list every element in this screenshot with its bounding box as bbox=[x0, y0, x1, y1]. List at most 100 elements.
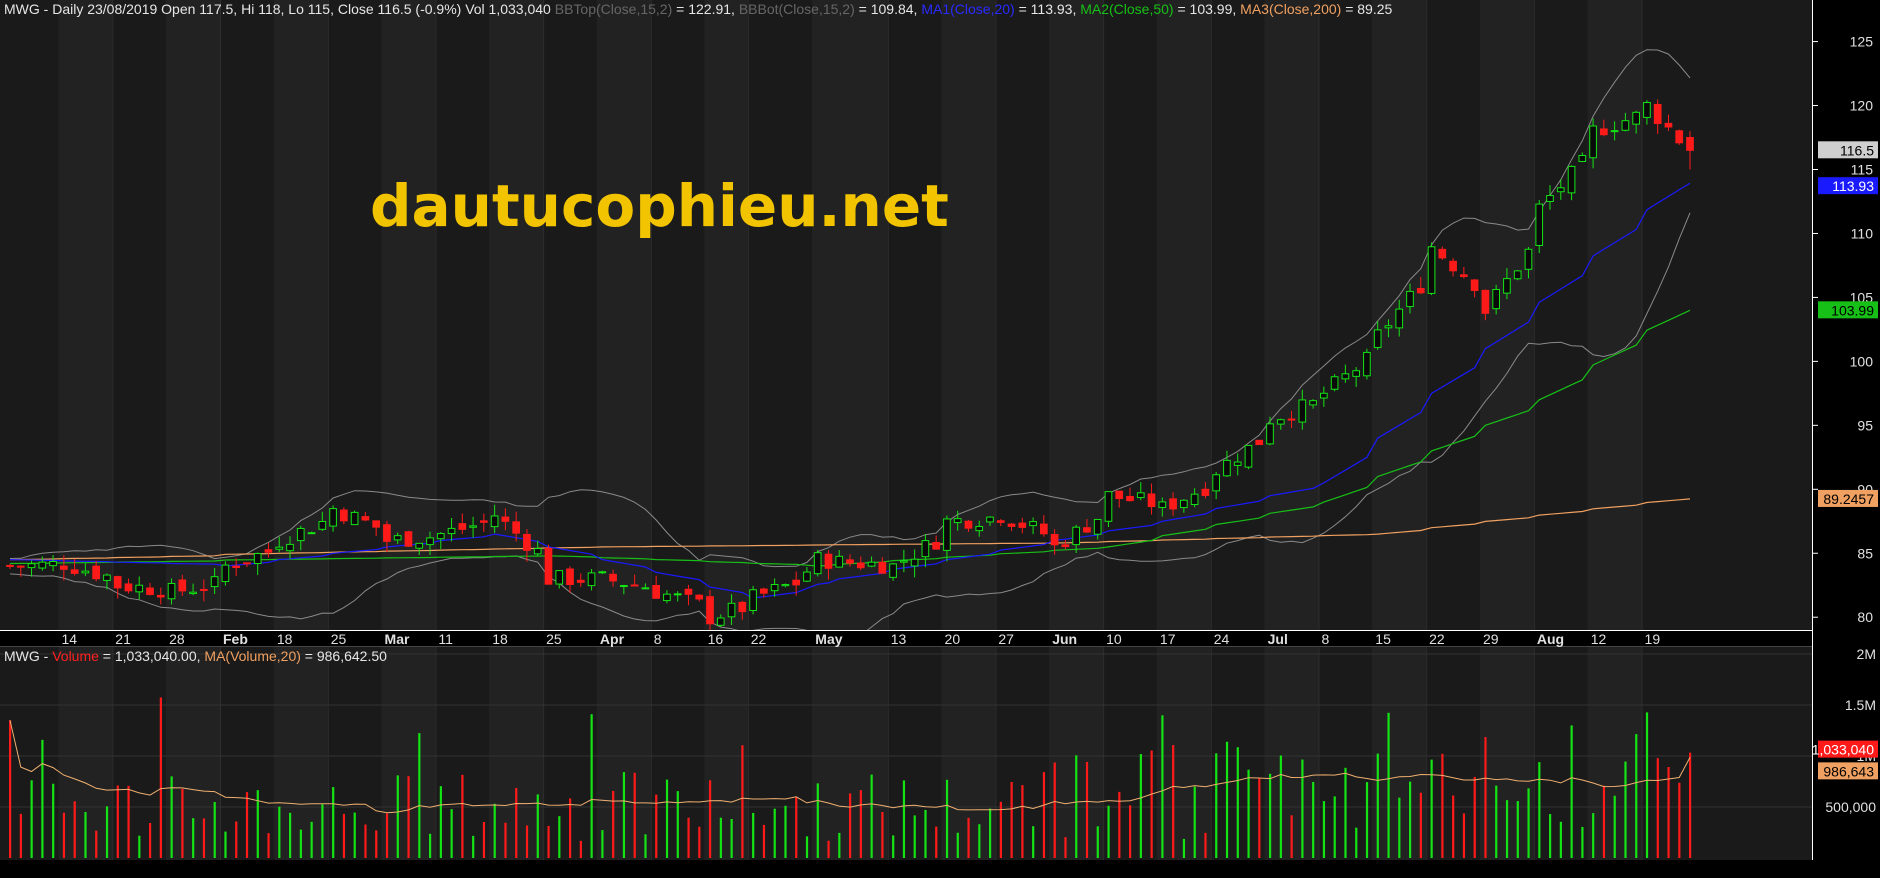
volume-bar-down bbox=[1667, 767, 1670, 858]
candle-down bbox=[1018, 522, 1027, 528]
candle-down bbox=[684, 588, 693, 595]
volume-bar-down bbox=[569, 798, 572, 858]
price-panel[interactable] bbox=[0, 0, 1812, 630]
volume-bar-up bbox=[1645, 712, 1649, 858]
candle-up bbox=[555, 570, 564, 585]
price-tick-label: 80 bbox=[1857, 609, 1873, 625]
volume-bar-up bbox=[30, 780, 33, 858]
candle-down bbox=[340, 509, 348, 522]
volume-bar-up bbox=[784, 805, 787, 858]
volume-bar-down bbox=[999, 801, 1002, 858]
price-gridline-v bbox=[650, 0, 652, 630]
volume-bar-down bbox=[504, 822, 507, 858]
price-tick-label: 85 bbox=[1857, 545, 1873, 561]
price-grid-band bbox=[166, 0, 220, 630]
volume-bar-down bbox=[515, 787, 518, 858]
volume-bar-up bbox=[730, 819, 733, 858]
volume-header: MWG - Volume = 1,033,040.00, MA(Volume,2… bbox=[4, 648, 387, 664]
volume-bar-up bbox=[956, 832, 959, 858]
candle-up bbox=[727, 602, 736, 618]
volume-bar-up bbox=[289, 812, 292, 858]
volume-bar-down bbox=[547, 825, 550, 858]
volume-bar-down bbox=[1689, 752, 1692, 858]
volume-bar-down bbox=[1419, 792, 1422, 858]
candle-down bbox=[576, 579, 585, 583]
candle-up bbox=[835, 555, 844, 568]
candle-down bbox=[996, 520, 1005, 523]
volume-bar-up bbox=[1193, 786, 1196, 858]
volume-bar-down bbox=[741, 745, 744, 858]
price-gridline-v bbox=[995, 0, 997, 630]
candle-up bbox=[1320, 392, 1328, 399]
volume-bar-up bbox=[1247, 769, 1250, 858]
volume-bar-up bbox=[1409, 781, 1412, 858]
volume-bar-down bbox=[127, 785, 130, 858]
candle-down bbox=[1416, 287, 1425, 294]
volume-bar-down bbox=[95, 830, 98, 858]
volume-gridline-v bbox=[1533, 647, 1535, 860]
candle-down bbox=[243, 562, 251, 565]
candle-down bbox=[1675, 130, 1684, 144]
price-gridline-v bbox=[887, 0, 889, 630]
volume-bar-down bbox=[19, 813, 22, 858]
volume-bar-up bbox=[41, 739, 44, 858]
volume-bar-down bbox=[62, 812, 66, 858]
candle-up bbox=[253, 553, 262, 565]
candle-down bbox=[372, 520, 380, 528]
candle-up bbox=[953, 518, 962, 524]
candle-up bbox=[1180, 499, 1188, 509]
price-grid-band bbox=[1587, 0, 1642, 630]
volume-bar-down bbox=[935, 826, 938, 858]
volume-gridline-v bbox=[1318, 647, 1320, 860]
bbbot-label: BBBot(Close,15,2) bbox=[738, 1, 855, 17]
x-tick-label: May bbox=[815, 631, 842, 647]
price-gridline-v bbox=[220, 0, 221, 630]
candle-up bbox=[1276, 419, 1285, 425]
volume-bar-up bbox=[1139, 754, 1142, 858]
candle-down bbox=[113, 576, 122, 589]
candle-down bbox=[566, 568, 574, 585]
x-tick-label: 27 bbox=[998, 631, 1014, 647]
x-tick-label: 22 bbox=[751, 631, 767, 647]
volume-bar-up bbox=[978, 824, 981, 858]
price-gridline-v bbox=[112, 0, 114, 630]
volume-bar-up bbox=[1161, 715, 1164, 858]
volume-bar-down bbox=[859, 790, 862, 858]
candle-up bbox=[1384, 325, 1393, 329]
volume-bar-up bbox=[1365, 782, 1369, 858]
volume-bar-up bbox=[299, 829, 302, 858]
candle-down bbox=[6, 564, 14, 567]
x-tick-label: 8 bbox=[654, 631, 662, 647]
candle-up bbox=[329, 508, 337, 527]
volume-gridline-v bbox=[1426, 647, 1428, 860]
volume-gridline-v bbox=[747, 647, 749, 860]
x-tick-label: Feb bbox=[223, 631, 248, 647]
candle-up bbox=[447, 527, 456, 535]
volume-gridline-v bbox=[327, 647, 329, 860]
candle-down bbox=[1126, 495, 1134, 502]
candle-up bbox=[1513, 270, 1522, 280]
x-tick-label: 22 bbox=[1429, 631, 1445, 647]
candle-down bbox=[70, 569, 79, 574]
watermark: dautucophieu.net bbox=[370, 172, 949, 240]
volume-gridline-v bbox=[112, 647, 114, 860]
volume-bar-down bbox=[1462, 813, 1466, 858]
ma1-value: = 113.93, bbox=[1014, 1, 1081, 17]
stock-chart: 14 21 28 Feb 18 25 Mar 11 18 25 Apr 8 16 22 May 13 20 27 J… bbox=[0, 0, 1880, 878]
bbtop-label: BBTop(Close,15,2) bbox=[554, 1, 673, 17]
candle-up bbox=[1406, 290, 1414, 308]
candle-down bbox=[1653, 103, 1662, 125]
candle-down bbox=[16, 565, 25, 568]
candle-down bbox=[404, 531, 413, 547]
volume-bar-up bbox=[1225, 741, 1229, 858]
candle-up bbox=[889, 563, 897, 578]
volume-grid-band bbox=[273, 647, 328, 860]
candle-down bbox=[856, 562, 865, 569]
candle-down bbox=[383, 524, 391, 542]
volume-tag: 1,033,040 bbox=[1812, 742, 1874, 758]
candle-up bbox=[27, 563, 36, 569]
price-tick-label: 115 bbox=[1851, 162, 1874, 178]
candle-up bbox=[803, 571, 811, 582]
volume-bar-up bbox=[213, 802, 216, 858]
candle-down bbox=[1438, 248, 1447, 259]
